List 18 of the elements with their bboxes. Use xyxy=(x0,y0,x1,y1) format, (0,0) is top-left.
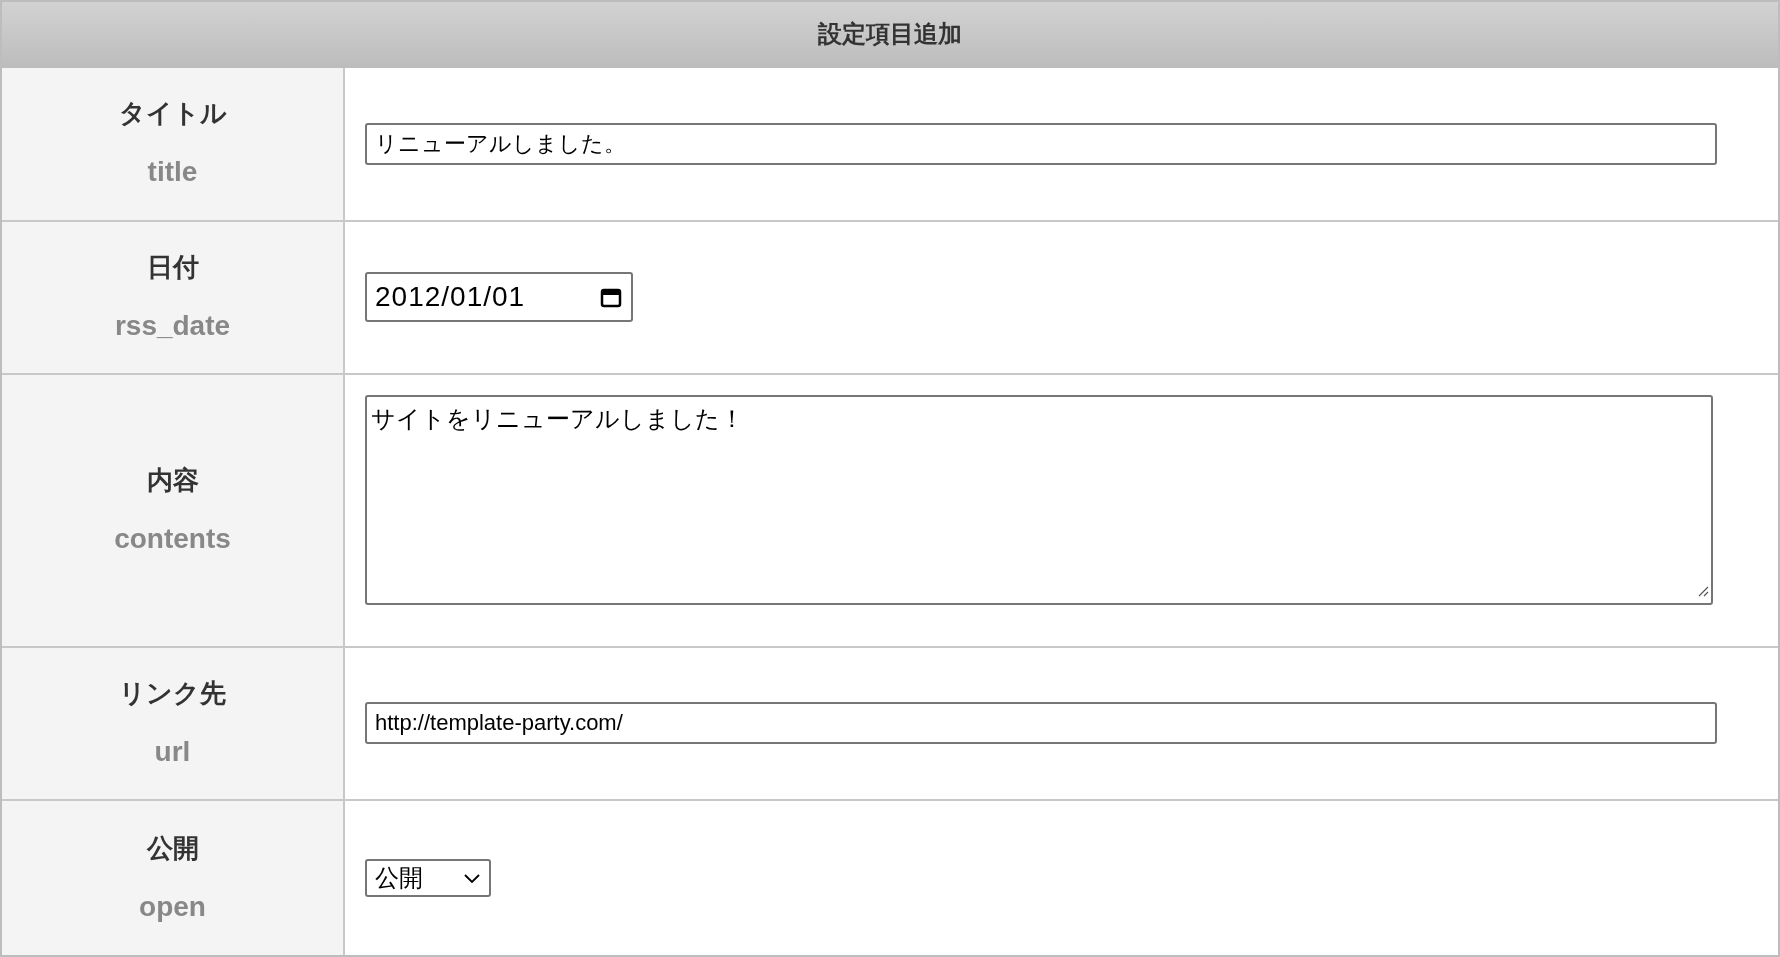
field-key: url xyxy=(154,730,191,773)
field-label: 公開 xyxy=(146,831,199,865)
field-label: 日付 xyxy=(146,250,199,284)
field-label: リンク先 xyxy=(119,676,226,710)
text-field[interactable]: http://template-party.com/ xyxy=(365,702,1717,745)
form-title: 設定項目追加 xyxy=(818,18,962,49)
field-label: タイトル xyxy=(118,97,227,131)
date-field[interactable]: 2012/01/01 xyxy=(365,272,633,323)
field-key: rss_date xyxy=(114,304,231,347)
select-dropdown[interactable]: 公開 xyxy=(365,859,491,898)
text-field[interactable]: リニューアルしました。 xyxy=(365,122,1717,165)
field-key: title xyxy=(147,151,198,194)
chevron-icon xyxy=(463,872,481,885)
field-key: open xyxy=(139,885,206,928)
field-key: contents xyxy=(114,517,231,560)
field-label: 内容 xyxy=(146,463,199,497)
resize-handle-icon[interactable] xyxy=(1697,585,1709,598)
text-area[interactable]: サイトをリニューアルしました！ xyxy=(365,395,1713,606)
